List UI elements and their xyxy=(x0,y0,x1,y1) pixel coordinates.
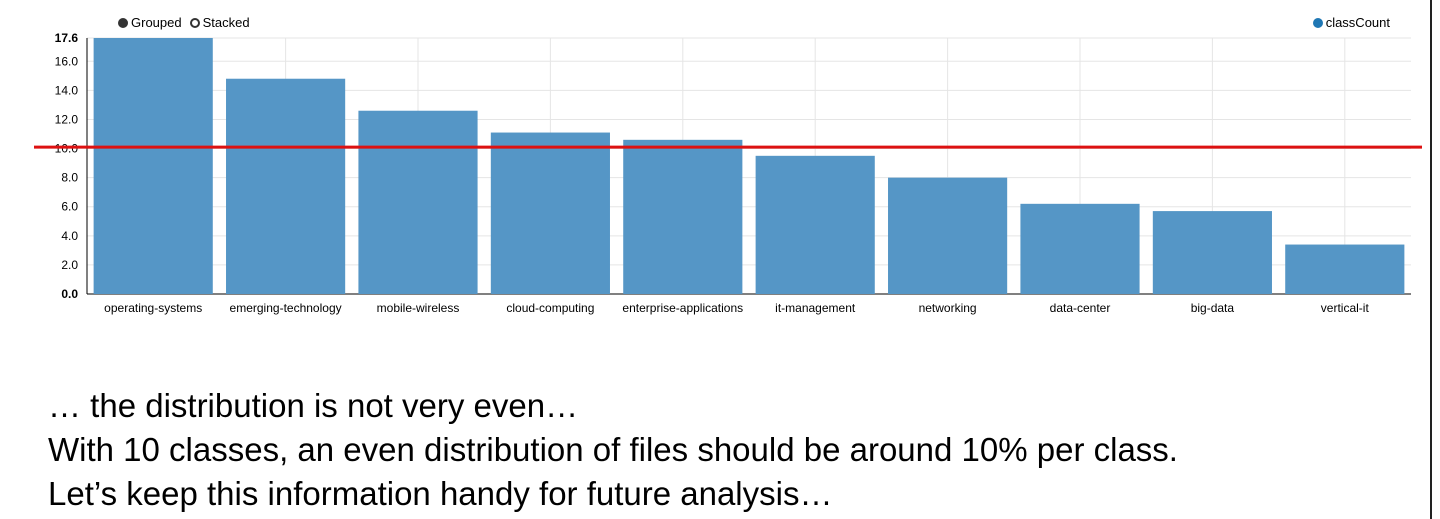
x-tick-label: mobile-wireless xyxy=(377,301,460,315)
bar[interactable] xyxy=(1285,244,1405,294)
x-tick-label: operating-systems xyxy=(104,301,202,315)
y-tick-label: 0.0 xyxy=(61,287,78,301)
grouped-label: Grouped xyxy=(131,15,182,30)
stacked-label: Stacked xyxy=(202,15,250,30)
stacked-toggle[interactable]: Stacked xyxy=(189,15,250,30)
grouped-toggle[interactable]: Grouped xyxy=(118,15,182,30)
x-tick-label: big-data xyxy=(1191,301,1235,315)
y-tick-label: 6.0 xyxy=(61,200,78,214)
y-tick-label: 17.6 xyxy=(55,31,79,45)
legend-series-dot-icon[interactable] xyxy=(1312,17,1323,28)
slide-caption: … the distribution is not very even… Wit… xyxy=(48,384,1178,516)
y-tick-label: 12.0 xyxy=(55,112,79,126)
bar[interactable] xyxy=(226,78,346,295)
x-tick-label: enterprise-applications xyxy=(622,301,743,315)
bar[interactable] xyxy=(755,155,875,294)
x-tick-label: vertical-it xyxy=(1321,301,1370,315)
bar[interactable] xyxy=(1152,211,1272,294)
bar[interactable] xyxy=(623,139,743,294)
caption-line-1: … the distribution is not very even… xyxy=(48,387,579,424)
chart-mode-controls: Grouped Stacked xyxy=(118,15,250,30)
slide-right-border xyxy=(1430,0,1432,519)
x-tick-label: data-center xyxy=(1050,301,1111,315)
legend-series-label: classCount xyxy=(1325,15,1390,30)
y-tick-label: 16.0 xyxy=(55,54,79,68)
bar[interactable] xyxy=(888,177,1008,294)
x-tick-label: it-management xyxy=(775,301,856,315)
bar[interactable] xyxy=(93,38,213,294)
y-tick-label: 14.0 xyxy=(55,83,79,97)
y-tick-label: 8.0 xyxy=(61,171,78,185)
x-tick-label: cloud-computing xyxy=(506,301,594,315)
bar-chart: 0.02.04.06.08.010.012.014.016.017.6opera… xyxy=(34,31,1422,315)
bar[interactable] xyxy=(358,110,478,295)
x-tick-label: emerging-technology xyxy=(230,301,342,315)
caption-line-3: Let’s keep this information handy for fu… xyxy=(48,475,833,512)
bar[interactable] xyxy=(1020,203,1140,294)
y-tick-label: 4.0 xyxy=(61,229,78,243)
bar[interactable] xyxy=(490,132,610,294)
x-tick-label: networking xyxy=(919,301,977,315)
y-tick-label: 2.0 xyxy=(61,258,78,272)
caption-line-2: With 10 classes, an even distribution of… xyxy=(48,431,1178,468)
chart-legend[interactable]: classCount xyxy=(1312,15,1390,30)
stacked-radio-icon[interactable] xyxy=(189,17,200,28)
grouped-radio-icon[interactable] xyxy=(118,17,128,28)
